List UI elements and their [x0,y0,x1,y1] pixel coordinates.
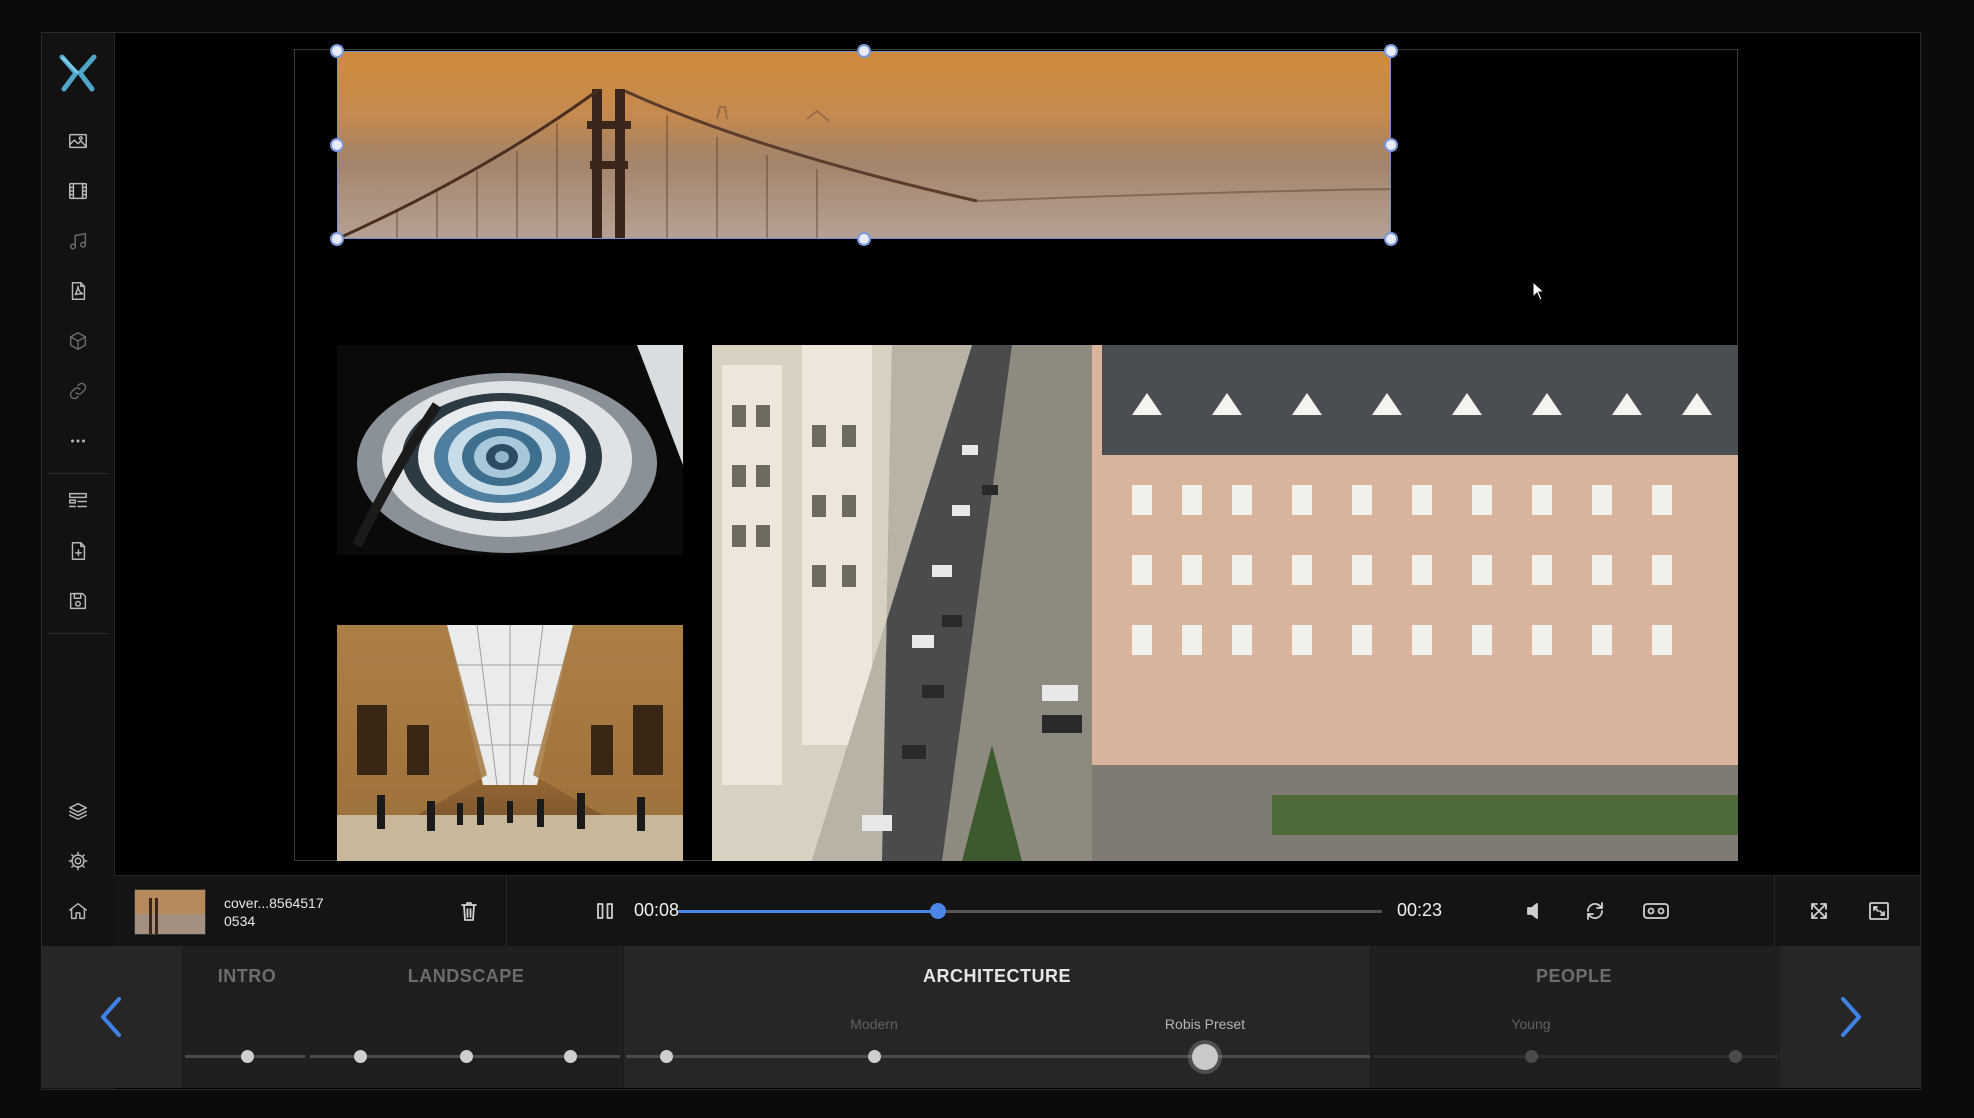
vr-headset-icon[interactable] [1640,896,1672,926]
resize-handle-right[interactable] [1384,138,1398,152]
chapter-architecture[interactable]: ARCHITECTURE [923,966,1071,987]
seek-bar-knob[interactable] [930,903,947,919]
music-icon[interactable] [58,221,98,261]
sidebar-divider [48,633,108,634]
resize-handle-bottom-left[interactable] [330,232,344,246]
playbar-divider [1774,876,1775,946]
resize-handle-top-left[interactable] [330,44,344,58]
timeline-marker[interactable] [660,1050,673,1063]
timeline-current-marker[interactable] [1192,1044,1218,1070]
resize-handle-bottom[interactable] [857,232,871,246]
resize-handle-top-right[interactable] [1384,44,1398,58]
galleria-photo[interactable] [337,625,683,861]
timeline-marker[interactable] [868,1050,881,1063]
chapter-people[interactable]: PEOPLE [1536,966,1612,987]
timeline-marker[interactable] [241,1050,254,1063]
seek-bar-progress [678,910,939,913]
chevron-right-icon [1841,997,1861,1037]
resize-handle-top[interactable] [857,44,871,58]
timeline-marker[interactable] [354,1050,367,1063]
chapter-intro[interactable]: INTRO [218,966,277,987]
expand-icon[interactable] [1804,896,1834,926]
template-icon[interactable] [58,481,98,521]
playback-bar: cover...8564517 0534 00:08 00:23 [114,875,1920,946]
sub-chapter-modern[interactable]: Modern [850,1016,897,1032]
mouse-cursor [1532,281,1546,301]
timeline-marker[interactable] [564,1050,577,1063]
bridge-photo[interactable] [337,51,1391,239]
timeline-marker[interactable] [1525,1050,1538,1063]
image-icon[interactable] [58,121,98,161]
timeline-track [1374,1055,1778,1058]
clip-thumbnail[interactable] [134,889,206,935]
pause-button[interactable] [590,896,620,926]
seek-bar[interactable] [678,903,1382,919]
timeline-marker[interactable] [460,1050,473,1063]
spiral-staircase-photo[interactable] [337,345,683,555]
file-add-icon[interactable] [58,531,98,571]
resize-handle-left[interactable] [330,138,344,152]
current-time: 00:08 [634,900,680,920]
chapter-timeline: INTRO LANDSCAPE ARCHITECTURE PEOPLE Mode… [42,946,1920,1088]
chapter-landscape[interactable]: LANDSCAPE [408,966,525,987]
aerial-city-photo[interactable] [712,345,1738,861]
timeline-track [626,1055,1370,1058]
x-logo[interactable] [56,51,100,95]
next-chapter-button[interactable] [1780,946,1920,1088]
sub-chapter-robis-preset[interactable]: Robis Preset [1165,1016,1245,1032]
cube-icon[interactable] [58,321,98,361]
chevron-left-icon [101,997,121,1037]
trash-icon[interactable] [454,896,484,926]
home-icon[interactable] [58,891,98,931]
fit-screen-icon[interactable] [1864,896,1894,926]
save-icon[interactable] [58,581,98,621]
playbar-divider [506,876,507,946]
gear-icon[interactable] [58,841,98,881]
loop-icon[interactable] [1580,896,1610,926]
film-icon[interactable] [58,171,98,211]
resize-handle-bottom-right[interactable] [1384,232,1398,246]
timeline-marker[interactable] [1729,1050,1742,1063]
prev-chapter-button[interactable] [42,946,182,1088]
sidebar-divider [48,473,108,474]
volume-icon[interactable] [1520,896,1550,926]
left-sidebar [42,33,115,1089]
clip-filename: cover...8564517 0534 [224,895,324,929]
app-window: cover...8564517 0534 00:08 00:23 INTRO L… [41,32,1921,1090]
total-duration: 00:23 [1397,900,1443,920]
layers-icon[interactable] [58,791,98,831]
pdf-icon[interactable] [58,271,98,311]
more-icon[interactable] [58,421,98,461]
sub-chapter-young[interactable]: Young [1511,1016,1550,1032]
link-icon[interactable] [58,371,98,411]
